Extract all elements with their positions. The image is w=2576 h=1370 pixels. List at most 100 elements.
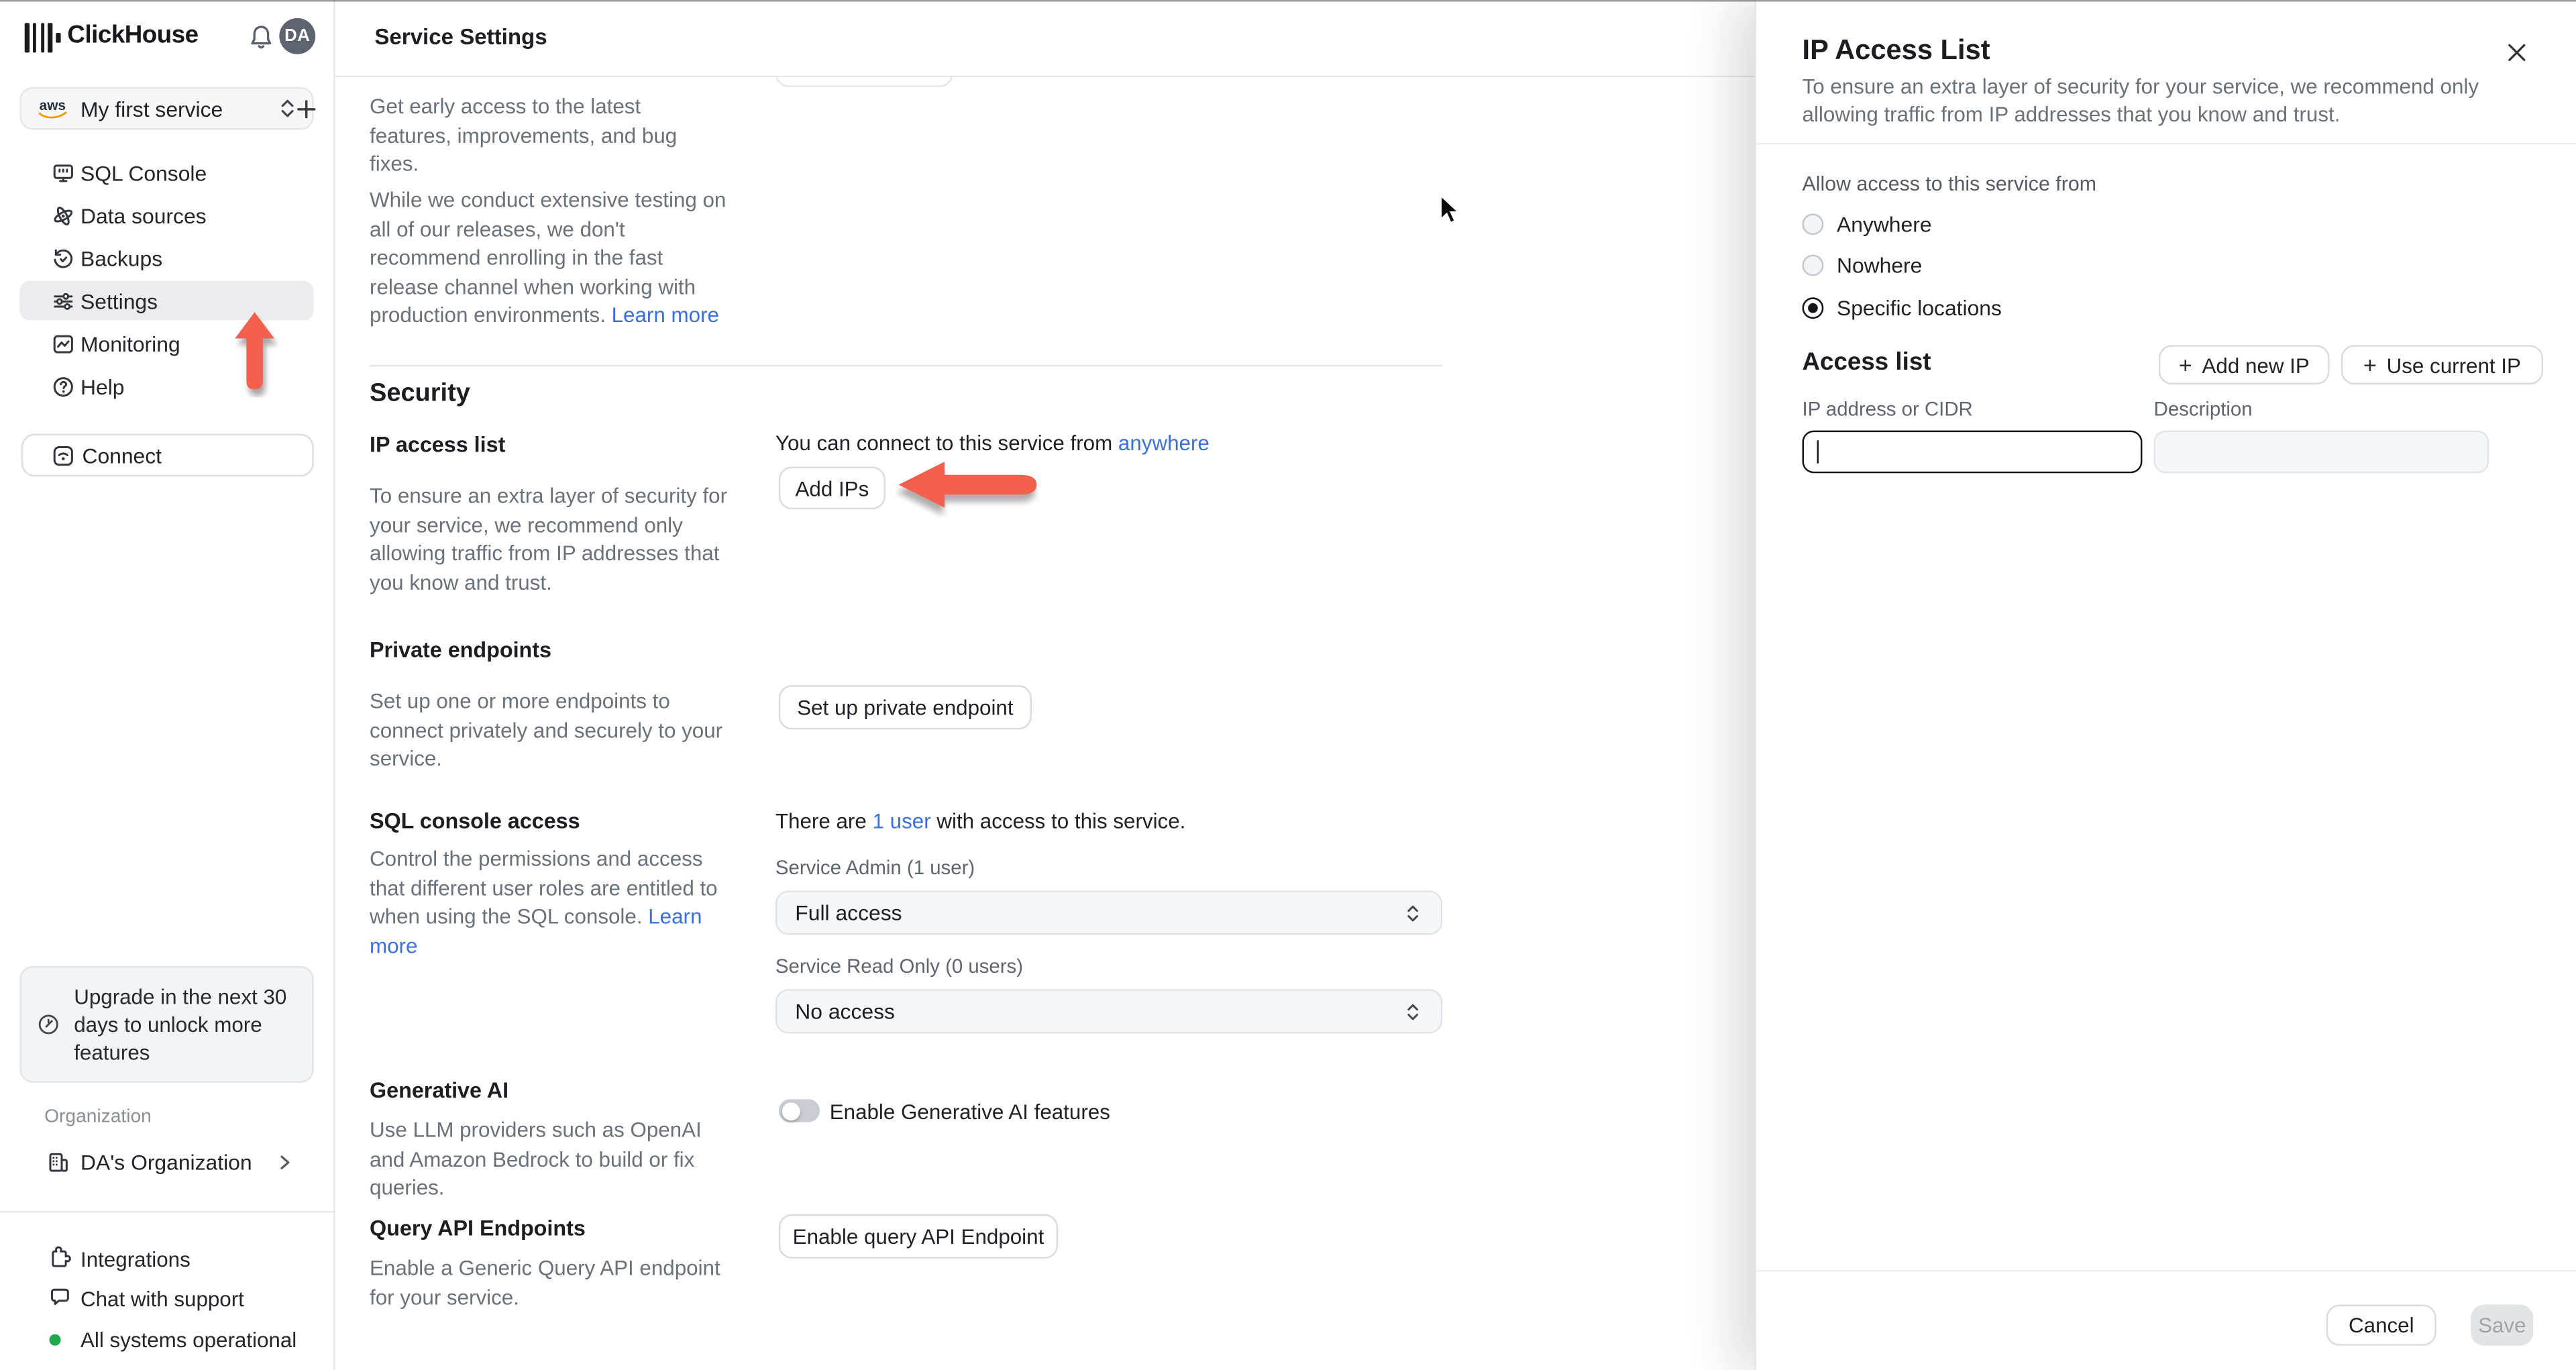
- release-channel-paragraph-2: While we conduct extensive testing on al…: [370, 187, 727, 328]
- add-service-button[interactable]: [292, 92, 319, 125]
- notifications-bell-icon[interactable]: [246, 23, 276, 52]
- sidebar-item-integrations[interactable]: Integrations: [0, 1239, 333, 1279]
- plus-icon: +: [2363, 352, 2377, 378]
- panel-footer-divider: [1756, 1270, 2576, 1272]
- save-button[interactable]: Save: [2471, 1304, 2534, 1346]
- add-new-ip-button[interactable]: + Add new IP: [2158, 345, 2330, 385]
- sidebar-item-help[interactable]: Help: [0, 365, 333, 408]
- service-selector-label: My first service: [80, 96, 223, 121]
- generative-ai-toggle[interactable]: [778, 1099, 820, 1122]
- connect-wifi-icon: [53, 446, 73, 466]
- one-user-link[interactable]: 1 user: [873, 808, 931, 833]
- sql-console-icon: [53, 164, 73, 182]
- sql-console-description: Control the permissions and access that …: [370, 846, 718, 958]
- connect-from-text: You can connect to this service from any…: [775, 430, 1210, 456]
- service-admin-select[interactable]: Full access: [775, 890, 1443, 935]
- ip-cidr-label: IP address or CIDR: [1802, 397, 1973, 421]
- section-divider: [370, 364, 1443, 367]
- sidebar-item-settings[interactable]: Settings: [0, 279, 333, 322]
- ip-access-list-panel: IP Access List To ensure an extra layer …: [1754, 0, 2576, 1370]
- setup-private-endpoint-button[interactable]: Set up private endpoint: [778, 685, 1032, 730]
- sidebar-item-backups[interactable]: Backups: [0, 237, 333, 280]
- status-text: All systems operational: [80, 1327, 297, 1353]
- monitoring-chart-icon: [53, 334, 73, 353]
- chevron-right-icon: [280, 1155, 290, 1169]
- sidebar: ClickHouse DA aws My first service SQL C…: [0, 0, 335, 1370]
- service-readonly-label: Service Read Only (0 users): [775, 954, 1024, 978]
- add-ips-button[interactable]: Add IPs: [778, 466, 886, 510]
- use-current-ip-button[interactable]: + Use current IP: [2341, 345, 2544, 385]
- brand-name: ClickHouse: [67, 21, 199, 50]
- description-label: Description: [2153, 397, 2253, 421]
- organization-row[interactable]: DA's Organization: [0, 1142, 333, 1183]
- close-icon[interactable]: [2500, 36, 2533, 69]
- radio-circle: [1802, 213, 1824, 234]
- connect-button[interactable]: Connect: [21, 433, 314, 477]
- sidebar-item-sql-console[interactable]: SQL Console: [0, 151, 333, 194]
- organization-building-icon: [49, 1153, 68, 1172]
- integrations-puzzle-icon: [52, 1246, 71, 1267]
- radio-specific-locations[interactable]: Specific locations: [1802, 294, 2002, 320]
- window-top-edge: [0, 0, 2576, 2]
- ip-cidr-input[interactable]: [1802, 430, 2143, 474]
- radio-circle-selected: [1802, 297, 1824, 318]
- service-readonly-select[interactable]: No access: [775, 989, 1443, 1034]
- chat-bubble-icon: [50, 1288, 69, 1306]
- sql-console-access-label: SQL console access: [370, 808, 580, 833]
- radio-anywhere[interactable]: Anywhere: [1802, 210, 1932, 236]
- settings-sliders-icon: [54, 292, 73, 309]
- description-input[interactable]: [2153, 430, 2489, 474]
- panel-divider: [1756, 143, 2576, 145]
- cancel-button[interactable]: Cancel: [2326, 1304, 2436, 1346]
- enable-query-api-button[interactable]: Enable query API Endpoint: [778, 1214, 1059, 1259]
- access-list-title: Access list: [1802, 348, 1931, 376]
- upgrade-notice[interactable]: Upgrade in the next 30 days to unlock mo…: [19, 966, 314, 1083]
- clickhouse-logo-icon: [24, 23, 61, 53]
- chevron-updown-icon: [1407, 1003, 1418, 1020]
- page-header: Service Settings: [333, 0, 1772, 78]
- service-selector[interactable]: aws My first service: [19, 87, 314, 130]
- service-admin-label: Service Admin (1 user): [775, 855, 975, 880]
- description-input-field[interactable]: [2155, 432, 2487, 472]
- backups-history-icon: [54, 248, 73, 268]
- sidebar-nav: SQL Console Data sources Backups Setting…: [0, 151, 333, 407]
- query-api-label: Query API Endpoints: [370, 1216, 586, 1241]
- generative-ai-toggle-label: Enable Generative AI features: [829, 1099, 1110, 1124]
- anywhere-link[interactable]: anywhere: [1118, 431, 1210, 456]
- plus-icon: +: [2178, 352, 2192, 378]
- app-window: ClickHouse DA aws My first service SQL C…: [0, 0, 2576, 1370]
- sidebar-item-monitoring[interactable]: Monitoring: [0, 322, 333, 365]
- aws-logo-icon: aws: [36, 97, 69, 119]
- security-section-title: Security: [370, 379, 470, 408]
- query-api-description: Enable a Generic Query API endpoint for …: [370, 1255, 720, 1309]
- main-content: Service Settings Get early access to the…: [333, 0, 1772, 1370]
- sql-users-text: There are 1 user with access to this ser…: [775, 808, 1186, 833]
- private-endpoints-description: Set up one or more endpoints to connect …: [370, 688, 723, 772]
- ip-cidr-input-field[interactable]: [1803, 432, 2141, 472]
- release-channel-paragraph-1: Get early access to the latest features,…: [370, 93, 678, 176]
- annotation-arrow-left: [897, 462, 1037, 515]
- page-title: Service Settings: [374, 24, 547, 50]
- status-green-dot: [49, 1334, 61, 1346]
- data-sources-icon: [54, 205, 73, 225]
- panel-title: IP Access List: [1802, 34, 1990, 66]
- radio-nowhere[interactable]: Nowhere: [1802, 252, 1922, 278]
- user-avatar[interactable]: DA: [279, 17, 316, 54]
- sidebar-item-data-sources[interactable]: Data sources: [0, 194, 333, 237]
- generative-ai-label: Generative AI: [370, 1077, 509, 1103]
- organization-name: DA's Organization: [80, 1150, 252, 1175]
- help-question-icon: [53, 376, 73, 397]
- private-endpoints-label: Private endpoints: [370, 637, 552, 662]
- allow-access-label: Allow access to this service from: [1802, 172, 2096, 196]
- system-status-row[interactable]: All systems operational: [0, 1320, 333, 1359]
- brand-row: ClickHouse DA: [0, 16, 333, 59]
- upgrade-notice-text: Upgrade in the next 30 days to unlock mo…: [74, 984, 287, 1065]
- ip-access-list-label: IP access list: [370, 432, 506, 457]
- sidebar-item-chat-support[interactable]: Chat with support: [0, 1278, 333, 1318]
- sidebar-divider: [0, 1210, 334, 1213]
- generative-ai-description: Use LLM providers such as OpenAI and Ama…: [370, 1117, 702, 1200]
- radio-circle: [1802, 254, 1824, 276]
- chevron-updown-icon: [1407, 904, 1418, 921]
- learn-more-link[interactable]: Learn more: [612, 303, 719, 328]
- panel-description: To ensure an extra layer of security for…: [1802, 74, 2479, 126]
